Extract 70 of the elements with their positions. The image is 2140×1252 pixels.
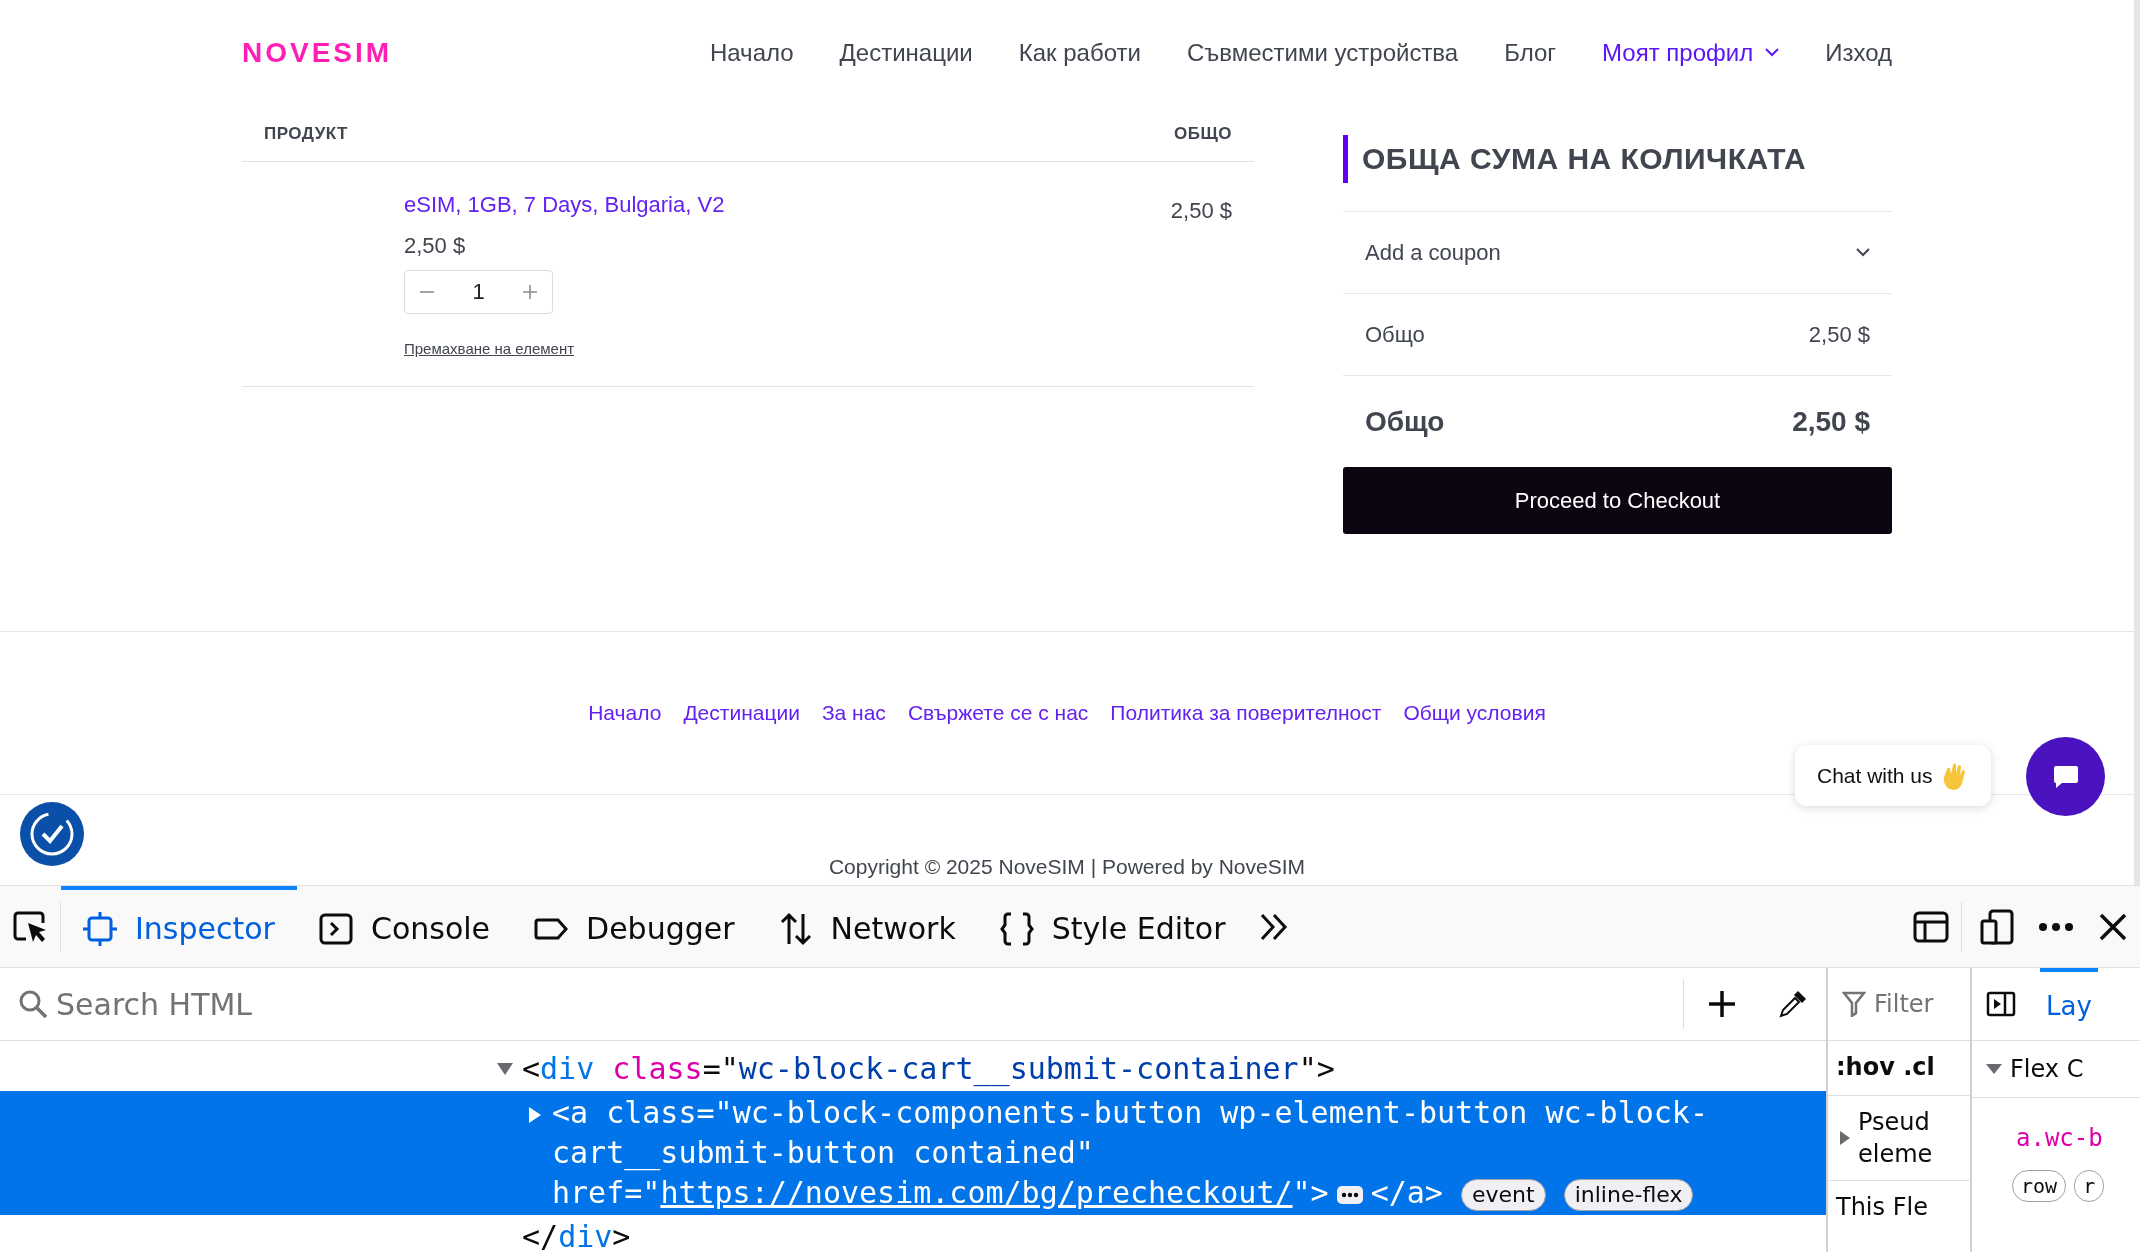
accessibility-icon[interactable] bbox=[20, 802, 84, 866]
chat-icon bbox=[2051, 763, 2080, 790]
coupon-toggle[interactable]: Add a coupon bbox=[1343, 211, 1892, 293]
nav-link[interactable]: Моят профил bbox=[1602, 34, 1780, 71]
footer-link[interactable]: Свържете се с нас bbox=[907, 697, 1089, 729]
checkout-button[interactable]: Proceed to Checkout bbox=[1343, 467, 1892, 534]
more-icon[interactable] bbox=[2038, 921, 2074, 932]
style-editor-icon bbox=[999, 911, 1034, 946]
nav-link[interactable]: Дестинации bbox=[839, 34, 973, 71]
quantity-value[interactable]: 1 bbox=[449, 275, 508, 308]
network-icon bbox=[778, 911, 813, 946]
copyright-text: Copyright © 2025 NoveSIM | Powered by NoveSIM bbox=[828, 854, 1306, 880]
expand-triangle-icon[interactable] bbox=[1986, 1064, 2002, 1074]
responsive-design-icon[interactable] bbox=[1980, 908, 2014, 945]
subtotal-value: 2,50 $ bbox=[1808, 321, 1870, 349]
footer-link[interactable]: За нас bbox=[821, 697, 886, 729]
quantity-stepper[interactable]: 1 bbox=[404, 269, 553, 314]
footer-link[interactable]: Политика за поверителност bbox=[1110, 697, 1382, 729]
product-price: 2,50 $ bbox=[404, 231, 466, 260]
section-title: This Fle bbox=[1836, 1193, 1928, 1221]
chat-bubble[interactable]: Chat with us bbox=[1795, 745, 1991, 806]
chat-label[interactable]: Chat with us bbox=[1817, 759, 1933, 792]
footer-link[interactable]: Дестинации bbox=[683, 697, 800, 729]
section-title: Pseud eleme bbox=[1858, 1107, 1933, 1170]
total-label: Общо bbox=[1365, 404, 1445, 439]
markup-badge[interactable]: inline-flex bbox=[1563, 1178, 1694, 1211]
markup-line[interactable]: <div class="wc-block-cart__submit-container"> bbox=[0, 1047, 1826, 1091]
devtools-tab[interactable]: Network bbox=[756, 885, 978, 968]
nav-link[interactable]: Начало bbox=[709, 34, 794, 71]
filter-icon bbox=[1842, 991, 1866, 1017]
search-icon bbox=[18, 989, 48, 1019]
chevron-double-right-icon[interactable] bbox=[1259, 911, 1290, 942]
line-total: 2,50 $ bbox=[1170, 196, 1232, 225]
eyedropper-icon[interactable] bbox=[1778, 989, 1808, 1019]
section-title: Flex C bbox=[2010, 1054, 2084, 1085]
footer-link[interactable]: Общи условия bbox=[1403, 697, 1546, 729]
devtools-tab[interactable]: Console bbox=[296, 885, 513, 968]
markup-line[interactable]: </div> bbox=[0, 1215, 1826, 1252]
expand-triangle-icon[interactable] bbox=[497, 1063, 513, 1075]
product-link[interactable]: eSIM, 1GB, 7 Days, Bulgaria, V2 bbox=[404, 187, 725, 221]
plus-icon[interactable] bbox=[1708, 990, 1736, 1018]
sidebar-toggle-icon[interactable] bbox=[1986, 991, 2016, 1017]
chevron-down-icon bbox=[1856, 248, 1870, 257]
search-field[interactable]: Search HTML bbox=[56, 981, 1683, 1027]
collapse-triangle-icon[interactable] bbox=[529, 1107, 541, 1123]
nav-link[interactable]: Съвместими устройства bbox=[1186, 34, 1459, 71]
summary-title: ОБЩА СУМА НА КОЛИЧКАТА bbox=[1343, 135, 1892, 183]
pseudo-class-toggle[interactable]: :hov .cl bbox=[1836, 1053, 1935, 1081]
close-icon[interactable] bbox=[2098, 911, 2128, 942]
layout-tab[interactable]: Lay bbox=[2040, 968, 2098, 1040]
devtools-tab[interactable]: Debugger bbox=[512, 885, 757, 968]
column-header: ПРОДУКТ bbox=[264, 123, 348, 145]
remove-link[interactable]: Премахване на елемент bbox=[404, 337, 575, 360]
layout-icon[interactable] bbox=[1913, 910, 1949, 943]
devtools-tab[interactable]: Style Editor bbox=[977, 885, 1248, 968]
footer-link[interactable]: Начало bbox=[588, 697, 662, 729]
collapse-triangle-icon[interactable] bbox=[1840, 1131, 1850, 1145]
inspector-icon bbox=[83, 911, 117, 946]
total-value: 2,50 $ bbox=[1792, 404, 1870, 439]
filter-field[interactable]: Filter bbox=[1874, 986, 1970, 1022]
nav-link[interactable]: Как работи bbox=[1018, 34, 1141, 71]
devtools-tab[interactable]: Inspector bbox=[61, 885, 297, 968]
markup-badge[interactable]: event bbox=[1460, 1178, 1546, 1211]
selector-text: a.wc-b bbox=[2015, 1123, 2104, 1154]
subtotal-label: Общо bbox=[1365, 321, 1425, 349]
console-icon bbox=[318, 911, 353, 946]
ellipsis-icon[interactable] bbox=[1336, 1185, 1363, 1204]
nav-link[interactable]: Блог bbox=[1504, 34, 1557, 71]
column-header: ОБЩО bbox=[1174, 123, 1232, 145]
nav-link[interactable]: Изход bbox=[1825, 34, 1892, 71]
